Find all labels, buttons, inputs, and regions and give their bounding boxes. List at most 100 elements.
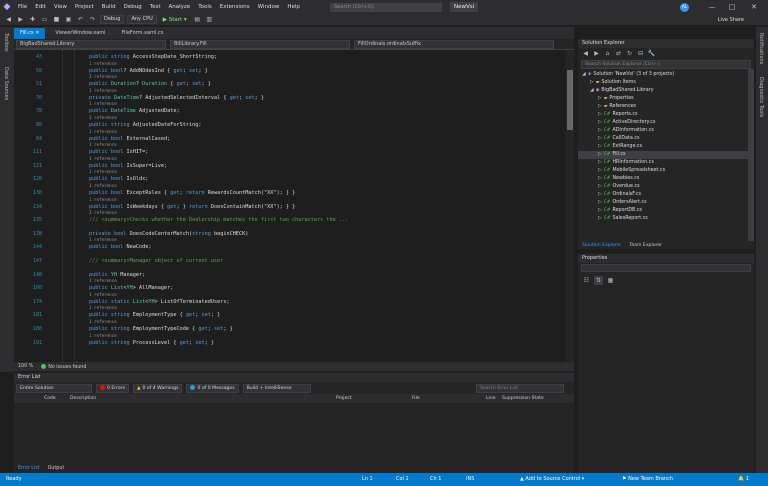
expand-chevron-icon[interactable]: ▷ (590, 80, 594, 85)
expand-chevron-icon[interactable]: ▷ (598, 112, 602, 117)
forward-icon[interactable]: ▶ (592, 49, 601, 58)
undo-icon[interactable]: ↶ (76, 15, 85, 24)
save-all-icon[interactable]: ▣ (64, 15, 73, 24)
code-line[interactable]: private DateTime? AdjustedSelectedInterv… (89, 95, 264, 101)
platform-dropdown[interactable]: Any CPU (127, 15, 157, 24)
tree-item[interactable]: ▷ C# OrdersAlert.cs (578, 199, 748, 207)
tree-item[interactable]: ▷ ▰ Solution Items (578, 79, 748, 87)
codelens-references[interactable]: 1 reference (89, 210, 117, 215)
collapse-all-icon[interactable]: ⊟ (636, 49, 645, 58)
codelens-references[interactable]: 1 reference (89, 237, 117, 242)
code-line[interactable]: public string EmploymentType { get; set;… (89, 312, 220, 318)
tree-item[interactable]: ▷ C# Fill.cs (578, 151, 748, 159)
tree-item[interactable]: ▷ ▰ Properties (578, 95, 748, 103)
expand-chevron-icon[interactable]: ▷ (598, 168, 602, 173)
live-share-button[interactable]: Live Share (718, 15, 744, 25)
tree-item[interactable]: ▷ C# ReportDB.cs (578, 207, 748, 215)
code-line[interactable]: public string AccessStepDate_ShortString… (89, 54, 217, 60)
menu-item-debug[interactable]: Debug (120, 4, 146, 10)
editor-scroll-thumb[interactable] (567, 70, 573, 130)
tree-item[interactable]: ▷ C# SalesReport.cs (578, 215, 748, 223)
error-search-input[interactable]: Search Error List (476, 384, 564, 393)
back-icon[interactable]: ◀ (4, 15, 13, 24)
sync-icon[interactable]: ⇄ (614, 49, 623, 58)
expand-chevron-icon[interactable]: ◢ (590, 88, 594, 93)
categorized-icon[interactable]: ☷ (582, 276, 591, 285)
minimize-button[interactable]: — (704, 0, 720, 14)
codelens-references[interactable]: 1 reference (89, 156, 117, 161)
expand-chevron-icon[interactable]: ▷ (598, 128, 602, 133)
column-header-project[interactable]: Project (336, 396, 352, 401)
property-pages-icon[interactable]: ▦ (606, 276, 615, 285)
code-line[interactable]: public static List<YH> ListOfTerminatedU… (89, 299, 230, 305)
codelens-references[interactable]: 1 reference (89, 129, 117, 134)
start-button[interactable]: ▶ Start ▾ (160, 17, 190, 23)
expand-chevron-icon[interactable]: ▷ (598, 144, 602, 149)
code-line[interactable]: public List<YH> AllManager; (89, 285, 173, 291)
add-to-source-control-button[interactable]: ▲ Add to Source Control ▾ (520, 473, 584, 486)
code-editor[interactable]: 43 50 51 70 78 80 84 111 121 126 130 134 135 138 144 14… (14, 50, 574, 362)
member-dropdown[interactable]: FillOrdinals.ordinalsSuffix (354, 39, 554, 49)
expand-chevron-icon[interactable]: ▷ (598, 160, 602, 165)
code-line[interactable]: public bool? AddNOdesInd { get; set; } (89, 68, 208, 74)
expand-chevron-icon[interactable]: ▷ (598, 176, 602, 181)
code-line[interactable]: public string AdjustedDateForString; (89, 122, 201, 128)
tree-item[interactable]: ▷ C# OrdinalsF.cs (578, 191, 748, 199)
code-line[interactable]: public bool ExceptRules { get; return Re… (89, 190, 295, 196)
tab-solution-explorer[interactable]: Solution Explorer (578, 241, 625, 249)
search-input[interactable]: Search (Ctrl+Q) (330, 3, 442, 12)
code-line[interactable]: public YH Manager; (89, 272, 145, 278)
forward-icon[interactable]: ▶ (16, 15, 25, 24)
editor-scrollbar[interactable] (566, 50, 574, 362)
column-header-description[interactable]: Description (70, 396, 96, 401)
data-sources-tab[interactable]: Data Sources (3, 67, 9, 100)
issues-indicator[interactable]: No issues found (41, 363, 86, 370)
codelens-references[interactable]: 1 reference (89, 74, 117, 79)
column-header-code[interactable]: Code (44, 396, 56, 401)
code-line[interactable]: public bool IsOldx; (89, 176, 148, 182)
code-line[interactable]: /// <summary>Manager object of current u… (89, 258, 223, 264)
notifications-bell[interactable]: 🔔 1 (738, 473, 749, 486)
new-item-icon[interactable]: ✚ (28, 15, 37, 24)
tree-item[interactable]: ▷ C# Reports.cs (578, 111, 748, 119)
menu-item-analyze[interactable]: Analyze (165, 4, 195, 10)
zoom-level[interactable]: 100 % (18, 364, 33, 369)
warnings-filter-button[interactable]: ▲ 0 of 4 Warnings (132, 383, 183, 393)
tree-item[interactable]: ▷ C# ADInformation.cs (578, 127, 748, 135)
home-icon[interactable]: ⌂ (603, 49, 612, 58)
expand-chevron-icon[interactable]: ▷ (598, 192, 602, 197)
codelens-references[interactable]: 1 reference (89, 61, 117, 66)
tab-error-list[interactable]: Error List (14, 464, 44, 473)
tree-item[interactable]: ◢ ◆ BigBadShared.Library (578, 87, 748, 95)
redo-icon[interactable]: ↷ (88, 15, 97, 24)
menu-item-build[interactable]: Build (98, 4, 120, 10)
toolbar-icon-1[interactable]: ▤ (193, 15, 202, 24)
menu-item-window[interactable]: Window (254, 4, 284, 10)
code-line[interactable]: public DateTime AdjustedDate; (89, 108, 180, 114)
toolbar-icon-2[interactable]: ▥ (205, 15, 214, 24)
open-icon[interactable]: ▭ (40, 15, 49, 24)
menu-item-tools[interactable]: Tools (194, 4, 216, 10)
menu-item-file[interactable]: File (14, 4, 31, 10)
code-line[interactable]: public string EmploymentTypeCode { get; … (89, 326, 233, 332)
avatar[interactable]: AL (680, 3, 689, 12)
code-line[interactable]: public Duration? Duration { get; set; } (89, 81, 211, 87)
codelens-references[interactable]: 1 reference (89, 319, 117, 324)
properties-object-dropdown[interactable] (581, 264, 751, 272)
codelens-references[interactable]: 1 reference (89, 169, 117, 174)
menu-item-project[interactable]: Project (71, 4, 98, 10)
expand-chevron-icon[interactable]: ▷ (598, 208, 602, 213)
expand-chevron-icon[interactable]: ▷ (598, 104, 602, 109)
expand-chevron-icon[interactable]: ▷ (598, 96, 602, 101)
refresh-icon[interactable]: ↻ (625, 49, 634, 58)
class-dropdown[interactable]: BillLibrary.Fill (170, 39, 350, 49)
column-header-line[interactable]: Line (486, 396, 496, 401)
solution-search-input[interactable]: Search Solution Explorer (Ctrl+;) (581, 60, 751, 69)
code-line[interactable]: public bool ExternalCased; (89, 136, 170, 142)
tree-item[interactable]: ▷ ▰ References (578, 103, 748, 111)
code-line[interactable]: public string ProcessLevel { get; set; } (89, 340, 214, 346)
solution-explorer-scrollbar[interactable] (748, 69, 754, 241)
maximize-button[interactable]: □ (724, 0, 740, 14)
menu-item-edit[interactable]: Edit (31, 4, 50, 10)
team-branch-button[interactable]: ⚑ New Team Branch (622, 473, 673, 486)
